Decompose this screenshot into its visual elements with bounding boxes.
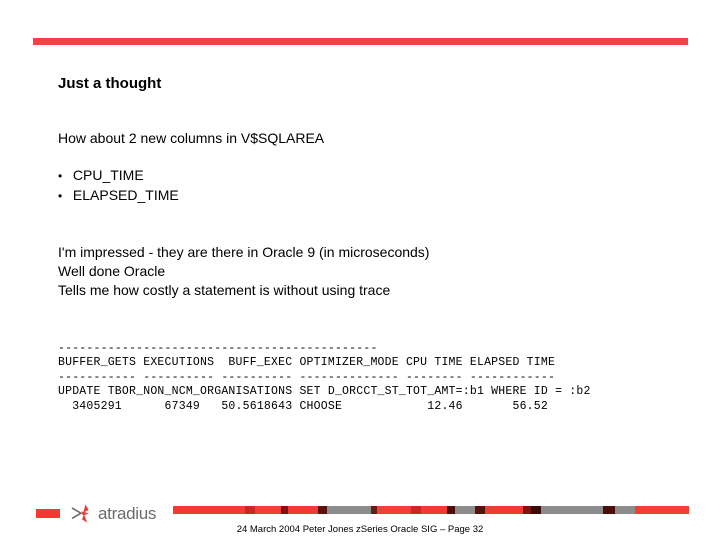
slide-canvas: Just a thought How about 2 new columns i… (0, 0, 720, 540)
footer-bar-segment (420, 506, 447, 514)
commentary-line: Tells me how costly a statement is witho… (58, 282, 391, 298)
footer-bar-segment (522, 506, 531, 514)
footer-bar-segment (634, 506, 689, 514)
footer-bar-segment (540, 506, 603, 514)
footer-bar-segment (530, 506, 541, 514)
page-title: Just a thought (58, 75, 162, 92)
lead-statement: How about 2 new columns in V$SQLAREA (58, 130, 325, 146)
sql-output-listing: ----------------------------------------… (58, 341, 591, 413)
top-accent-rule (33, 38, 688, 45)
footer-bar-segment (410, 506, 421, 514)
brand-logo: atradius (36, 503, 157, 523)
footer-bar-segment (474, 506, 485, 514)
atradius-arrow-icon (71, 504, 97, 523)
footer-bar-segment (446, 506, 455, 514)
logo-wordmark: atradius (98, 503, 157, 523)
footer-bar-segment (280, 506, 288, 514)
footer-bar-segment (245, 506, 255, 514)
footer-note: 24 March 2004 Peter Jones zSeries Oracle… (236, 524, 484, 535)
footer-bar-segment (326, 506, 371, 514)
commentary-line: I'm impressed - they are there in Oracle… (58, 244, 430, 260)
bullet-label: CPU_TIME (72, 167, 144, 183)
list-item: ELAPSED_TIME (58, 186, 179, 206)
footer-color-bar (173, 506, 689, 514)
bullet-list: CPU_TIME ELAPSED_TIME (58, 166, 179, 206)
commentary-block: I'm impressed - they are there in Oracle… (58, 243, 429, 300)
list-item: CPU_TIME (58, 166, 179, 186)
footer-bar-segment (484, 506, 523, 514)
footer-bar-segment (376, 506, 411, 514)
footer-bar-segment (317, 506, 327, 514)
footer-bar-segment (254, 506, 281, 514)
footer-bar-segment (173, 506, 245, 514)
column-bullet-list: CPU_TIME ELAPSED_TIME (58, 166, 179, 206)
footer-bar-segment (602, 506, 615, 514)
commentary-line: Well done Oracle (58, 263, 166, 279)
footer-bar-segment (287, 506, 318, 514)
bullet-label: ELAPSED_TIME (72, 187, 179, 203)
footer-bar-segment (614, 506, 635, 514)
logo-red-block-icon (36, 508, 60, 518)
footer-bar-segment (454, 506, 475, 514)
